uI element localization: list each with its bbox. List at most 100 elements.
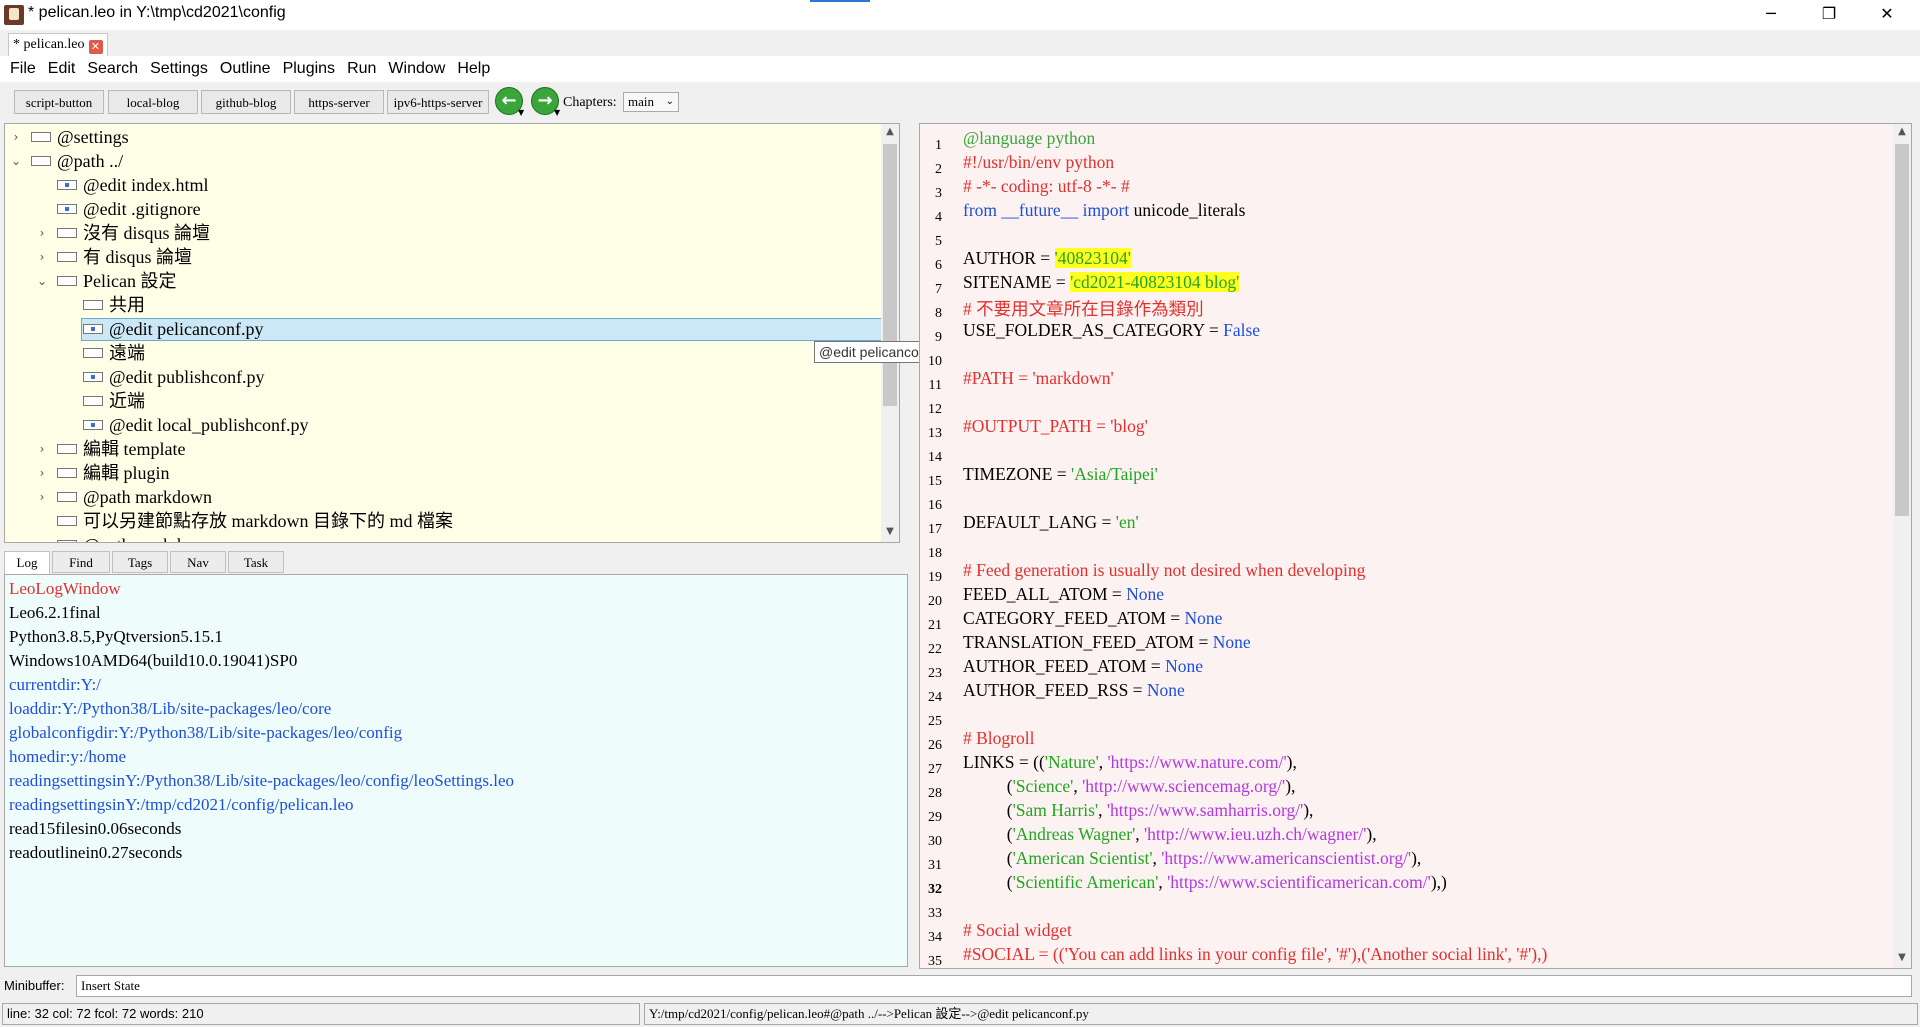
line-number: 1 (935, 138, 942, 153)
code-keyword: None (1165, 656, 1203, 676)
minibuffer-input[interactable]: Insert State (76, 975, 1912, 997)
code-line: TRANSLATION_FEED_ATOM = None (963, 632, 1251, 653)
ipv6-https-server-button[interactable]: ipv6-https-server (387, 90, 489, 114)
node-icon (83, 372, 103, 382)
node-icon (57, 468, 77, 478)
log-line: Leo6.2.1final (9, 603, 101, 622)
node-label: 編輯 template (83, 439, 186, 459)
code-line: # Social widget (963, 920, 1072, 940)
menu-plugins[interactable]: Plugins (277, 56, 341, 82)
node-icon (57, 180, 77, 190)
line-number: 19 (928, 570, 942, 585)
code-line: #OUTPUT_PATH = 'blog' (963, 416, 1148, 436)
code-string: 'American Scientist' (1012, 848, 1153, 868)
code-text: SITENAME = (963, 272, 1071, 292)
local-blog-button[interactable]: local-blog (108, 90, 198, 114)
expand-caret-icon[interactable]: › (35, 485, 49, 509)
close-tab-icon[interactable]: ✕ (88, 40, 103, 54)
line-number: 11 (928, 378, 942, 393)
menu-search[interactable]: Search (81, 56, 144, 82)
node-icon (57, 252, 77, 262)
scroll-down-icon[interactable]: ▼ (1893, 952, 1911, 963)
status-path: Y:/tmp/cd2021/config/pelican.leo#@path .… (644, 1003, 1918, 1025)
menu-run[interactable]: Run (341, 56, 382, 82)
menu-outline[interactable]: Outline (214, 56, 277, 82)
code-line: ('American Scientist', 'https://www.amer… (963, 848, 1422, 868)
line-number-current: 32 (928, 882, 942, 897)
code-string: 'Andreas Wagner' (1012, 824, 1136, 844)
line-number: 14 (928, 450, 942, 465)
https-server-button[interactable]: https-server (294, 90, 384, 114)
tab-log[interactable]: Log (4, 551, 50, 574)
scroll-up-icon[interactable]: ▲ (1893, 126, 1911, 137)
log-line: homedir:y:/home (9, 747, 127, 766)
log-line: read15filesin0.06seconds (9, 819, 182, 838)
github-blog-button[interactable]: github-blog (201, 90, 291, 114)
scroll-down-icon[interactable]: ▼ (881, 526, 899, 537)
leo-app-icon (4, 5, 24, 25)
log-line: LeoLogWindow (9, 579, 121, 598)
code-text: TRANSLATION_FEED_ATOM = (963, 632, 1213, 652)
log-pane[interactable]: LeoLogWindow Leo6.2.1final Python3.8.5,P… (4, 574, 908, 967)
node-icon (83, 324, 103, 334)
node-label: 有 disqus 論壇 (83, 247, 193, 267)
code-line: ('Sam Harris', 'https://www.samharris.or… (963, 800, 1314, 820)
outline-scroll-thumb[interactable] (883, 144, 897, 406)
collapse-caret-icon[interactable]: ⌄ (9, 149, 23, 173)
close-window-button[interactable]: ✕ (1858, 0, 1916, 30)
chapters-value: main (628, 94, 654, 109)
line-number: 20 (928, 594, 942, 609)
menu-edit[interactable]: Edit (42, 56, 82, 82)
tab-find[interactable]: Find (52, 551, 110, 573)
restore-button[interactable]: ❐ (1800, 0, 1858, 30)
line-number: 35 (928, 954, 942, 969)
script-button[interactable]: script-button (14, 90, 104, 114)
code-keyword: from (963, 200, 998, 220)
tab-task[interactable]: Task (228, 551, 284, 573)
editor-scrollbar[interactable]: ▲ ▼ (1893, 124, 1911, 968)
menu-help[interactable]: Help (451, 56, 496, 82)
menu-file[interactable]: File (4, 56, 42, 82)
code-text: FEED_ALL_ATOM = (963, 584, 1127, 604)
scroll-up-icon[interactable]: ▲ (881, 126, 899, 137)
chapters-select[interactable]: main ⌄ (623, 92, 679, 112)
expand-caret-icon[interactable]: › (35, 437, 49, 461)
body-editor[interactable]: 1 2 3 4 5 6 7 8 9 10 11 12 13 14 15 16 1… (919, 123, 1912, 969)
collapse-caret-icon[interactable]: ⌄ (35, 533, 49, 542)
menu-window[interactable]: Window (382, 56, 451, 82)
line-number: 26 (928, 738, 942, 753)
document-tab[interactable]: * pelican.leo ✕ (8, 33, 108, 56)
collapse-caret-icon[interactable]: ⌄ (35, 269, 49, 293)
minimize-button[interactable]: ─ (1742, 0, 1800, 30)
node-label: @path markdown (83, 487, 213, 507)
outline-pane[interactable]: › @settings ⌄ @path ../ @edit index.html… (4, 123, 900, 543)
code-string: 'Science' (1012, 776, 1074, 796)
line-number: 9 (935, 330, 942, 345)
menu-settings[interactable]: Settings (144, 56, 214, 82)
code-keyword: False (1223, 320, 1261, 340)
outline-scrollbar[interactable]: ▲ ▼ (881, 124, 899, 542)
forward-dropdown-icon[interactable]: ▼ (554, 108, 560, 117)
back-dropdown-icon[interactable]: ▼ (518, 108, 524, 117)
node-icon (83, 396, 103, 406)
editor-scroll-thumb[interactable] (1895, 144, 1909, 516)
code-string: 'Scientific American' (1012, 872, 1159, 892)
code-string-highlighted: 'cd2021-40823104 blog' (1070, 272, 1240, 292)
tab-nav[interactable]: Nav (170, 551, 226, 573)
log-line: globalconfigdir:Y:/Python38/Lib/site-pac… (9, 723, 403, 742)
expand-caret-icon[interactable]: › (35, 245, 49, 269)
line-number: 28 (928, 786, 942, 801)
line-number: 16 (928, 498, 942, 513)
expand-caret-icon[interactable]: › (35, 461, 49, 485)
expand-caret-icon[interactable]: › (35, 221, 49, 245)
line-number: 21 (928, 618, 942, 633)
code-text: unicode_literals (1133, 200, 1246, 220)
line-number: 24 (928, 690, 942, 705)
code-line: AUTHOR = '40823104' (963, 248, 1131, 269)
expand-caret-icon[interactable]: › (9, 125, 23, 149)
tab-tags[interactable]: Tags (112, 551, 168, 573)
code-line-current: ('Scientific American', 'https://www.sci… (963, 872, 1447, 892)
log-line: readoutlinein0.27seconds (9, 843, 183, 862)
document-tab-bar: * pelican.leo ✕ (0, 30, 1920, 56)
code-text: DEFAULT_LANG = (963, 512, 1116, 532)
